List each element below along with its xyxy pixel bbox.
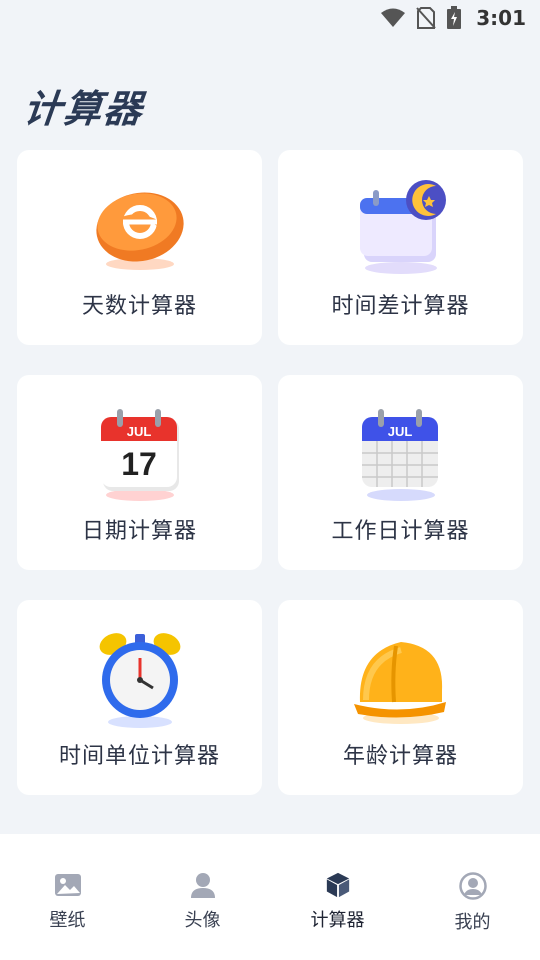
card-time-difference-calculator[interactable]: 时间差计算器 <box>278 150 523 345</box>
nav-item-profile[interactable]: 我的 <box>405 834 540 934</box>
calendar-day-text: 17 <box>121 446 157 482</box>
card-label: 工作日计算器 <box>331 519 470 544</box>
card-time-unit-calculator[interactable]: 时间单位计算器 <box>17 600 262 795</box>
orange-disc-icon <box>85 172 195 282</box>
card-label: 日期计算器 <box>81 519 197 544</box>
no-sim-icon <box>416 7 436 29</box>
nav-label: 我的 <box>454 912 491 933</box>
nav-label: 头像 <box>184 910 221 931</box>
nav-item-avatar[interactable]: 头像 <box>135 834 270 932</box>
card-label: 时间单位计算器 <box>58 744 220 769</box>
hard-hat-icon <box>346 622 456 732</box>
bottom-nav: 壁纸 头像 计算器 我的 <box>0 834 540 960</box>
calendar-moon-icon <box>346 172 456 282</box>
calendar-month-text: JUL <box>126 424 151 439</box>
card-workday-calculator[interactable]: JUL 工作日计算器 <box>278 375 523 570</box>
red-calendar-icon: JUL 17 <box>85 397 195 507</box>
page-title: 计算器 <box>21 87 146 131</box>
card-age-calculator[interactable]: 年龄计算器 <box>278 600 523 795</box>
alarm-clock-icon <box>85 622 195 732</box>
status-time: 3:01 <box>476 6 526 30</box>
blue-calendar-icon: JUL <box>346 397 456 507</box>
status-bar: 3:01 <box>0 0 540 36</box>
nav-label: 壁纸 <box>49 910 86 931</box>
card-label: 时间差计算器 <box>331 294 470 319</box>
calculator-grid: 天数计算器 时间差计算器 JUL 17 日期计算器 JUL 工作日计算器 时间单… <box>17 150 523 795</box>
card-label: 天数计算器 <box>81 294 197 319</box>
battery-charging-icon <box>447 6 462 29</box>
profile-circle-icon <box>458 872 487 900</box>
wifi-icon <box>381 8 406 27</box>
cube-icon <box>326 872 349 898</box>
card-label: 年龄计算器 <box>342 744 458 769</box>
calendar-month-text: JUL <box>387 424 412 439</box>
card-date-calculator[interactable]: JUL 17 日期计算器 <box>17 375 262 570</box>
nav-item-calculator[interactable]: 计算器 <box>270 834 405 932</box>
person-icon <box>190 873 215 898</box>
card-days-calculator[interactable]: 天数计算器 <box>17 150 262 345</box>
nav-label: 计算器 <box>310 910 365 931</box>
nav-item-wallpaper[interactable]: 壁纸 <box>0 834 135 932</box>
image-icon <box>54 874 81 896</box>
